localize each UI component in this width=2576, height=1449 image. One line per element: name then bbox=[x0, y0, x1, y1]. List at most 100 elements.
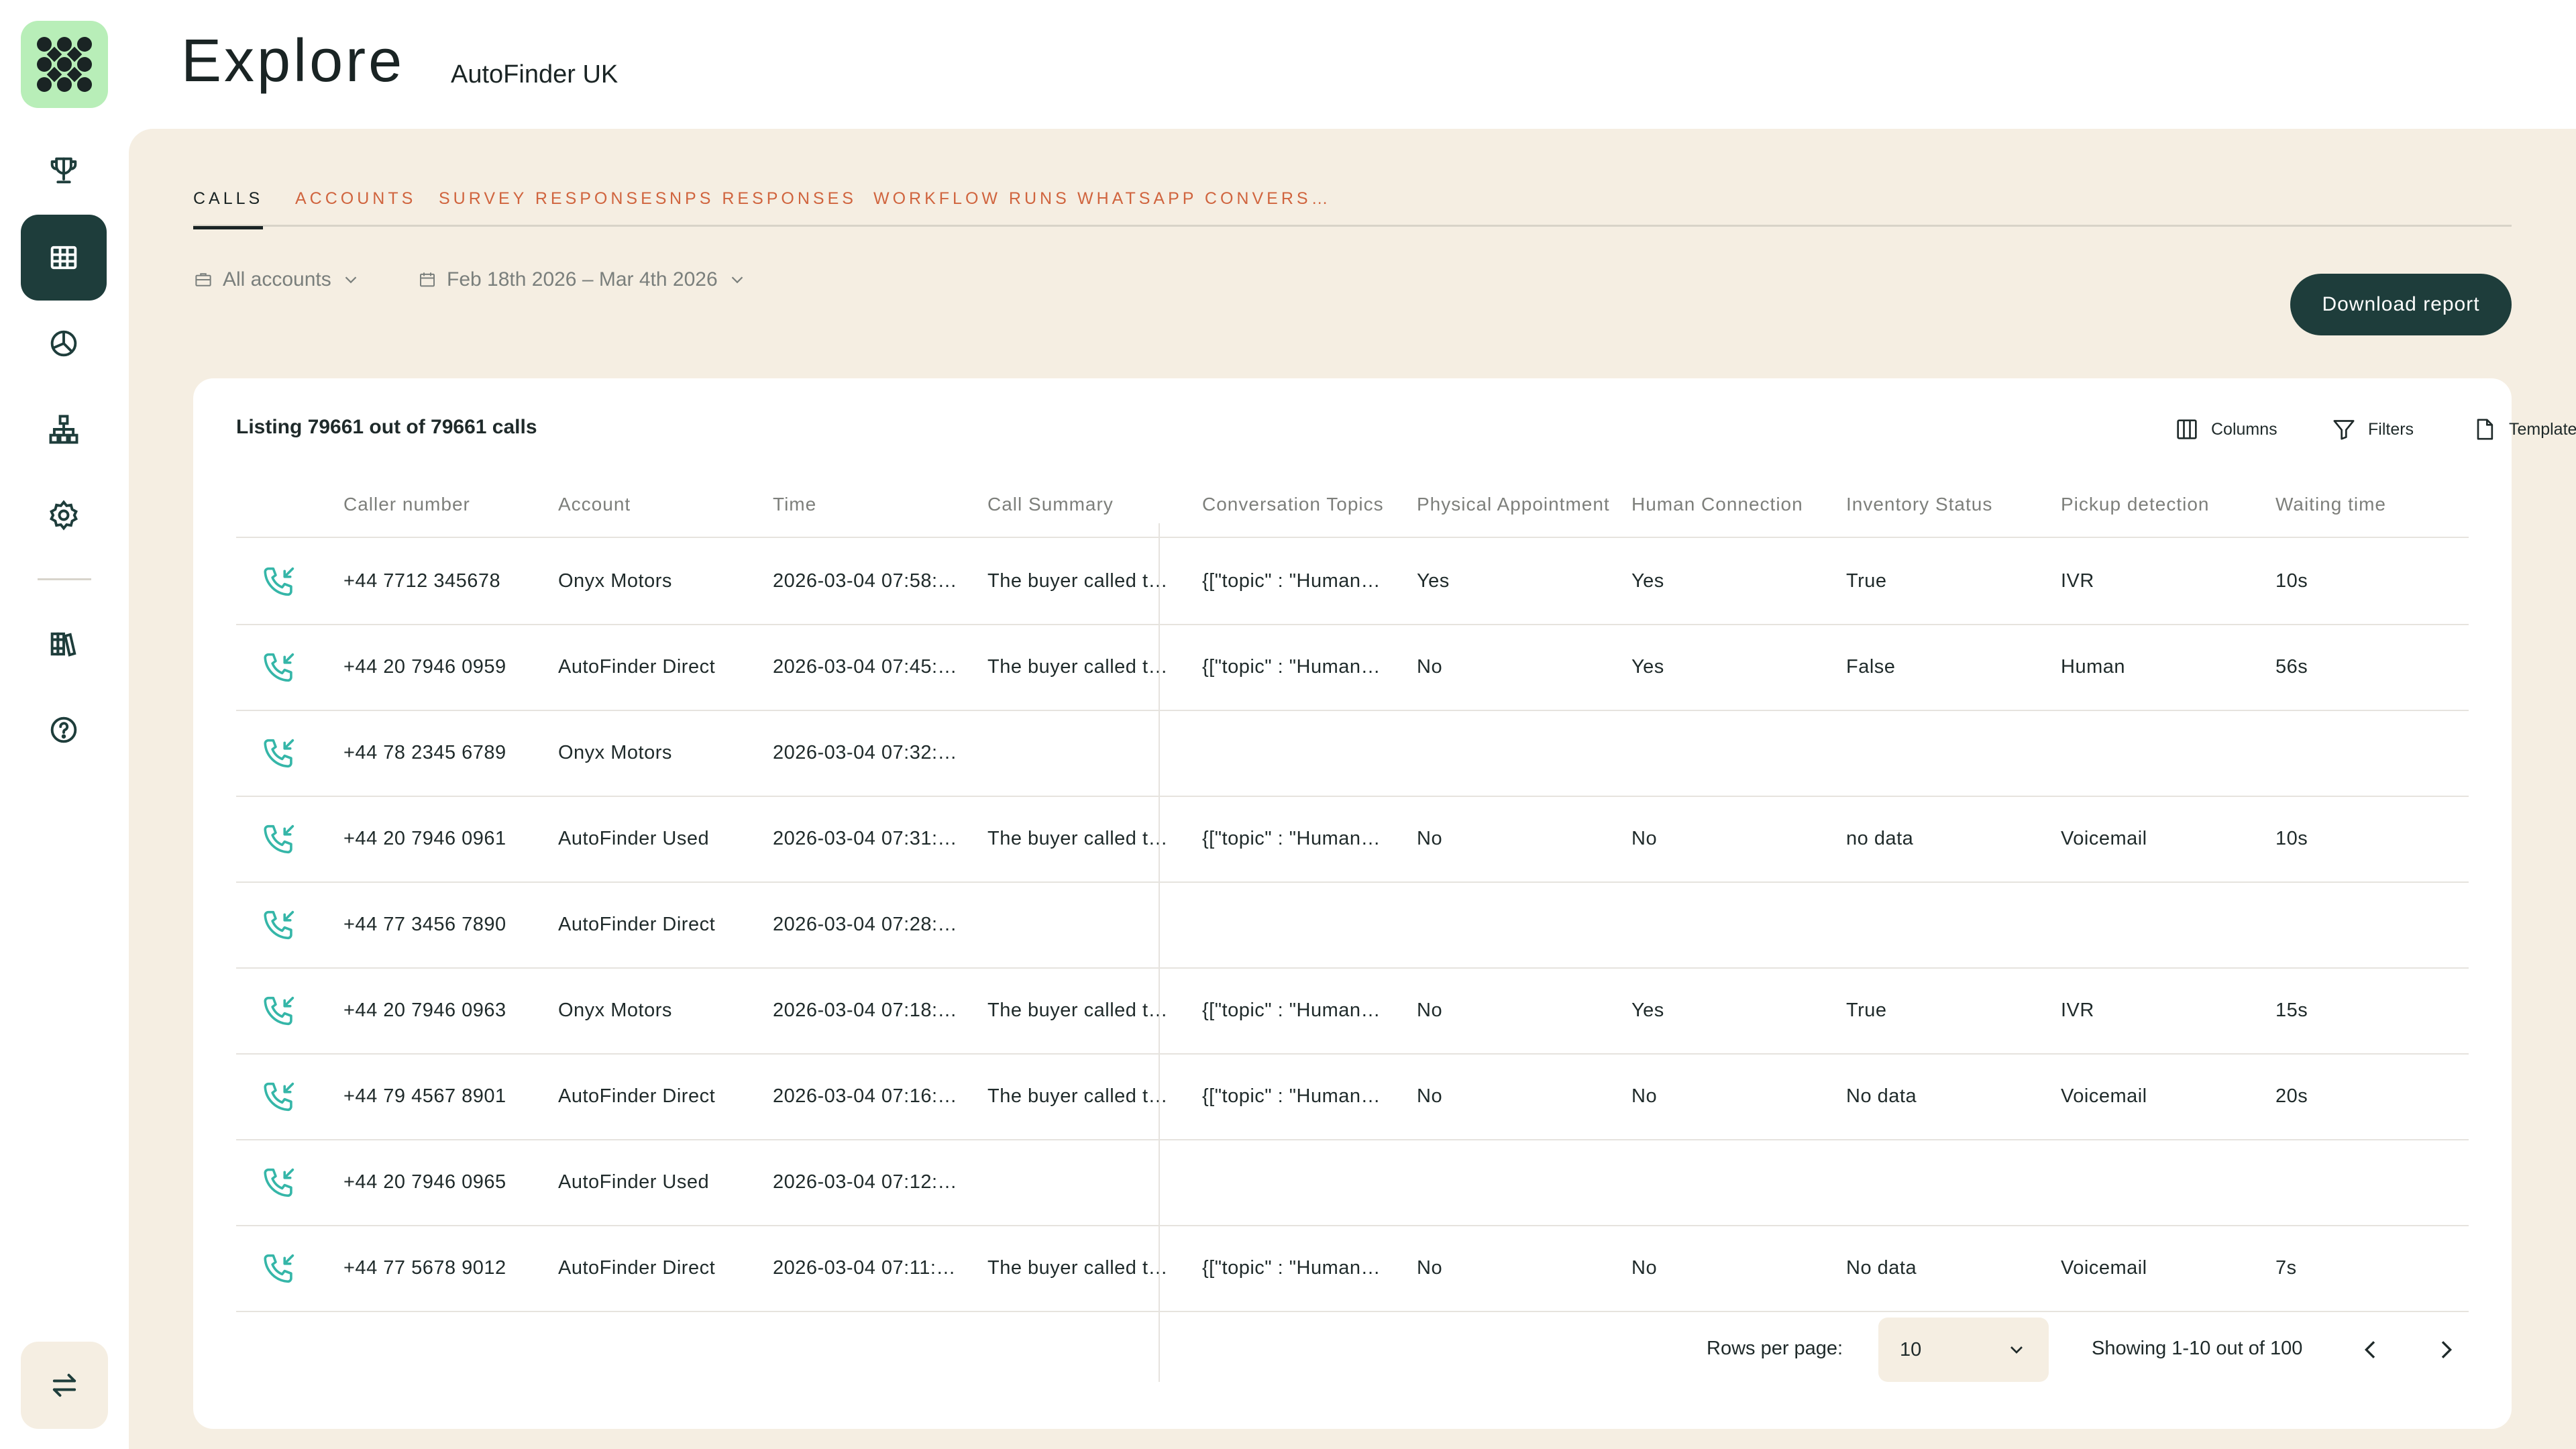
column-header[interactable]: Pickup detection bbox=[2061, 494, 2209, 515]
tab-bar: CALLS ACCOUNTS SURVEY RESPONSES NPS RESP… bbox=[193, 189, 2512, 229]
download-report-button[interactable]: Download report bbox=[2290, 274, 2512, 335]
help-icon bbox=[50, 716, 77, 743]
account-cell: Onyx Motors bbox=[558, 1000, 672, 1021]
human-connection-cell: Yes bbox=[1631, 1000, 1664, 1021]
calendar-icon bbox=[420, 272, 435, 287]
next-page-button[interactable] bbox=[2427, 1331, 2465, 1368]
nav-settings[interactable] bbox=[21, 472, 107, 558]
page-title: Explore bbox=[181, 28, 405, 95]
tab-calls[interactable]: CALLS bbox=[193, 189, 264, 229]
human-connection-cell: No bbox=[1631, 1257, 1658, 1279]
nav-library[interactable] bbox=[21, 601, 107, 687]
account-cell: Onyx Motors bbox=[558, 570, 672, 592]
date-range-label: Feb 18th 2026 – Mar 4th 2026 bbox=[447, 268, 718, 290]
conversation-topics-cell: {["topic" : "Human… bbox=[1202, 828, 1381, 849]
column-header[interactable]: Caller number bbox=[343, 494, 470, 515]
tab-whatsapp-conversations[interactable]: WHATSAPP CONVERS… bbox=[1077, 189, 1332, 227]
workflow-icon bbox=[49, 415, 78, 444]
caller-number-cell: +44 20 7946 0959 bbox=[343, 656, 506, 678]
table-row[interactable]: +44 77 5678 9012 AutoFinder Direct 2026-03… bbox=[236, 1226, 2469, 1312]
date-range-filter[interactable]: Feb 18th 2026 – Mar 4th 2026 bbox=[417, 268, 747, 291]
main-panel: CALLS ACCOUNTS SURVEY RESPONSES NPS RESP… bbox=[129, 129, 2576, 1449]
table-row[interactable]: +44 20 7946 0965 AutoFinder Used 2026-03-0… bbox=[236, 1140, 2469, 1226]
physical-appointment-cell: No bbox=[1417, 656, 1443, 678]
account-cell: Onyx Motors bbox=[558, 742, 672, 763]
rows-per-page-value: 10 bbox=[1900, 1338, 1922, 1360]
columns-label: Columns bbox=[2211, 419, 2277, 439]
pickup-detection-cell: Human bbox=[2061, 656, 2125, 678]
tab-workflow-runs[interactable]: WORKFLOW RUNS bbox=[873, 189, 1070, 227]
nav-analytics[interactable] bbox=[21, 301, 107, 386]
caller-number-cell: +44 77 5678 9012 bbox=[343, 1257, 506, 1279]
column-header[interactable]: Waiting time bbox=[2275, 494, 2386, 515]
accounts-filter[interactable]: All accounts bbox=[193, 268, 361, 291]
column-header[interactable]: Time bbox=[773, 494, 816, 515]
time-cell: 2026-03-04 07:12:… bbox=[773, 1171, 958, 1193]
tab-accounts[interactable]: ACCOUNTS bbox=[295, 189, 416, 227]
column-header[interactable]: Conversation Topics bbox=[1202, 494, 1384, 515]
physical-appointment-cell: No bbox=[1417, 1000, 1443, 1021]
sidebar-divider bbox=[38, 578, 91, 580]
time-cell: 2026-03-04 07:18:… bbox=[773, 1000, 958, 1021]
switch-workspace-button[interactable] bbox=[21, 1342, 108, 1429]
account-cell: AutoFinder Direct bbox=[558, 1085, 716, 1107]
filters-button[interactable]: Filters bbox=[2330, 416, 2414, 443]
conversation-topics-cell: {["topic" : "Human… bbox=[1202, 1257, 1381, 1279]
tab-survey-responses[interactable]: SURVEY RESPONSES bbox=[439, 189, 669, 227]
incoming-call-icon bbox=[264, 1254, 294, 1283]
app-logo[interactable] bbox=[21, 21, 108, 108]
physical-appointment-cell: No bbox=[1417, 1085, 1443, 1107]
column-header[interactable]: Account bbox=[558, 494, 631, 515]
nav-help[interactable] bbox=[21, 687, 107, 773]
chevron-right-icon bbox=[2441, 1341, 2453, 1358]
incoming-call-icon bbox=[264, 1168, 294, 1197]
inventory-status-cell: True bbox=[1846, 1000, 1887, 1021]
pickup-detection-cell: IVR bbox=[2061, 1000, 2094, 1021]
caller-number-cell: +44 20 7946 0961 bbox=[343, 828, 506, 849]
waiting-time-cell: 10s bbox=[2275, 828, 2308, 849]
pickup-detection-cell: IVR bbox=[2061, 570, 2094, 592]
column-header[interactable]: Human Connection bbox=[1631, 494, 1803, 515]
columns-icon bbox=[2177, 419, 2197, 439]
incoming-call-icon bbox=[264, 567, 294, 596]
rows-per-page-select[interactable]: 10 bbox=[1878, 1318, 2049, 1382]
nav-trophy[interactable] bbox=[21, 127, 107, 213]
column-header[interactable]: Inventory Status bbox=[1846, 494, 1992, 515]
table-row[interactable]: +44 7712 345678 Onyx Motors 2026-03-04 07:… bbox=[236, 539, 2469, 625]
time-cell: 2026-03-04 07:31:… bbox=[773, 828, 958, 849]
chevron-down-icon bbox=[345, 276, 357, 284]
table-row[interactable]: +44 20 7946 0961 AutoFinder Used 2026-03-0… bbox=[236, 797, 2469, 883]
organization-name: AutoFinder UK bbox=[451, 60, 619, 89]
conversation-topics-cell: {["topic" : "Human… bbox=[1202, 1085, 1381, 1107]
previous-page-button[interactable] bbox=[2352, 1331, 2390, 1368]
document-icon bbox=[2477, 419, 2493, 440]
settings-icon bbox=[50, 500, 78, 531]
account-cell: AutoFinder Used bbox=[558, 1171, 710, 1193]
conversation-topics-cell: {["topic" : "Human… bbox=[1202, 570, 1381, 592]
sidebar bbox=[0, 0, 129, 1449]
table-row[interactable]: +44 20 7946 0963 Onyx Motors 2026-03-04 07… bbox=[236, 969, 2469, 1055]
time-cell: 2026-03-04 07:28:… bbox=[773, 914, 958, 935]
column-header[interactable]: Call Summary bbox=[987, 494, 1114, 515]
funnel-icon bbox=[2333, 420, 2355, 440]
inventory-status-cell: No data bbox=[1846, 1085, 1917, 1107]
table-row[interactable]: +44 77 3456 7890 AutoFinder Direct 2026-03… bbox=[236, 883, 2469, 969]
column-header[interactable]: Physical Appointment bbox=[1417, 494, 1610, 515]
listing-count: Listing 79661 out of 79661 calls bbox=[236, 416, 537, 438]
incoming-call-icon bbox=[264, 1082, 294, 1112]
incoming-call-icon bbox=[264, 739, 294, 768]
account-cell: AutoFinder Direct bbox=[558, 1257, 716, 1279]
incoming-call-icon bbox=[264, 996, 294, 1026]
human-connection-cell: No bbox=[1631, 1085, 1658, 1107]
columns-button[interactable]: Columns bbox=[2174, 416, 2277, 443]
nav-workflows[interactable] bbox=[21, 386, 107, 472]
table-row[interactable]: +44 78 2345 6789 Onyx Motors 2026-03-04 07… bbox=[236, 711, 2469, 797]
table-row[interactable]: +44 20 7946 0959 AutoFinder Direct 2026-03… bbox=[236, 625, 2469, 711]
chevron-down-icon bbox=[2010, 1346, 2023, 1354]
table-header: Caller number Account Time Call Summary … bbox=[236, 479, 2469, 538]
table-row[interactable]: +44 79 4567 8901 AutoFinder Direct 2026-03… bbox=[236, 1055, 2469, 1140]
nav-table[interactable] bbox=[21, 215, 107, 301]
account-cell: AutoFinder Used bbox=[558, 828, 710, 849]
tab-nps-responses[interactable]: NPS RESPONSES bbox=[669, 189, 857, 227]
templates-button[interactable]: Templates bbox=[2471, 416, 2576, 443]
